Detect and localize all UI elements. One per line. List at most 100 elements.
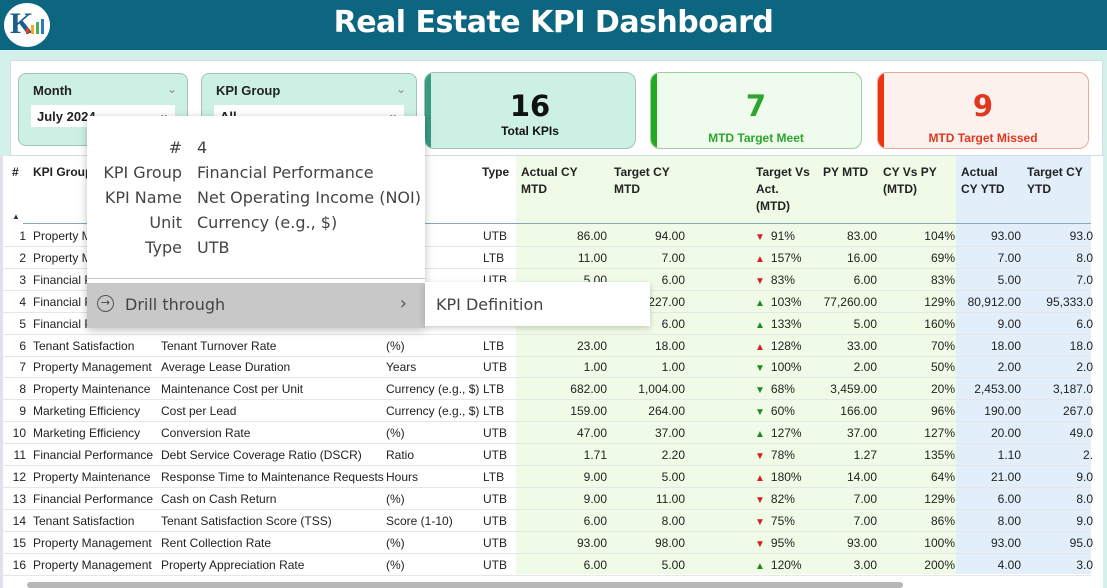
tooltip-divider [87,278,425,279]
cell-py-mtd: 3.00 [853,557,877,572]
tooltip-field-key: KPI Name [104,188,182,207]
cell-actual-cy-mtd: 9.00 [583,469,607,484]
cell-type: LTB [483,250,505,265]
cell-kpi-group: Property Management [33,557,152,572]
cell-kpi-name: Cost per Lead [161,404,237,419]
cell-actual-cy-mtd: 1.00 [583,360,607,375]
col-header-target-vs-act[interactable]: Target Vs Act. (MTD) [756,164,810,215]
table-row[interactable]: 10 Marketing Efficiency Conversion Rate (%)… [3,422,1093,445]
cell-number: 11 [13,448,26,462]
col-header-type[interactable]: Type [482,164,509,181]
percent-value: 68% [770,382,795,397]
cell-py-mtd: 166.00 [840,404,877,419]
table-row[interactable]: 11 Financial Performance Debt Service Cove… [3,444,1093,466]
cell-actual-cy-ytd: 21.00 [990,469,1021,484]
cell-target-cy-mtd: 37.00 [654,426,685,441]
cell-target-cy-ytd: 8.0 [1076,491,1093,506]
col-header-cy-vs-py[interactable]: CY Vs PY (MTD) [883,164,937,198]
cell-target-cy-mtd: 8.00 [661,513,685,528]
cell-number: 9 [19,404,26,419]
cell-target-vs-act: ▼ 91% [755,229,795,243]
chevron-down-icon[interactable]: ⌄ [396,82,406,96]
table-row[interactable]: 6 Tenant Satisfaction Tenant Turnover Rate… [3,335,1093,357]
cell-kpi-group: Property Maintenance [33,382,151,397]
cell-target-cy-mtd: 11.00 [655,491,685,506]
col-header-py-mtd[interactable]: PY MTD [823,164,868,181]
triangle-down-icon: ▼ [755,385,765,397]
cell-unit: (%) [386,338,405,353]
tooltip-field-key: # [168,138,182,157]
cell-target-cy-mtd: 5.00 [661,557,685,572]
cell-target-vs-act: ▼ 60% [755,404,795,418]
cell-type: UTB [483,229,507,243]
sort-ascending-icon[interactable]: ▲ [12,212,20,221]
col-header-actual-cy-mtd[interactable]: Actual CY MTD [521,164,578,198]
cell-py-mtd: 7.00 [853,513,877,528]
cell-target-cy-ytd: 2.0 [1076,360,1093,375]
col-header-number[interactable]: # [12,164,19,181]
triangle-down-icon: ▼ [755,275,765,287]
cell-number: 2 [19,250,26,265]
cell-kpi-group: Property Maintenance [33,469,151,484]
drill-through-menu-item[interactable]: → Drill through › [87,283,425,328]
cell-target-cy-mtd: 2.20 [661,448,685,462]
cell-actual-cy-mtd: 6.00 [583,513,607,528]
cell-target-cy-ytd: 93.0 [1069,229,1093,243]
col-header-actual-cy-ytd[interactable]: Actual CY YTD [961,164,1005,198]
row-tooltip: #4 KPI Group Financial Performance KPI Name… [87,116,425,328]
cell-kpi-group: Property M [33,250,92,265]
cell-target-vs-act: ▼ 82% [755,492,795,506]
kpi-definition-menu-item[interactable]: KPI Definition [425,282,650,326]
tooltip-field: Unit Currency (e.g., $) [87,213,425,237]
table-row[interactable]: 9 Marketing Efficiency Cost per Lead Curren… [3,400,1093,423]
cell-target-cy-mtd: 98.00 [654,535,685,550]
table-row[interactable]: 16 Property Management Property Appreciati… [3,554,1093,576]
cell-kpi-name: Rent Collection Rate [161,535,272,550]
cell-py-mtd: 3,459.00 [830,382,877,397]
cell-type: UTB [483,557,507,572]
drill-through-label: Drill through [125,295,226,314]
cell-py-mtd: 83.00 [846,229,877,243]
triangle-up-icon: ▲ [755,341,765,353]
cell-py-mtd: 6.00 [853,272,877,287]
percent-value: 78% [770,448,795,462]
col-header-kpi-group[interactable]: KPI Group [33,164,92,181]
col-header-target-cy-ytd[interactable]: Target CY YTD [1027,164,1083,198]
cell-type: UTB [483,426,507,441]
month-slicer-label: Month [33,83,72,98]
cell-actual-cy-mtd: 47.00 [576,426,607,441]
cell-target-cy-mtd: 264.00 [648,404,685,419]
cell-actual-cy-ytd: 2.00 [997,360,1021,375]
table-row[interactable]: 12 Property Maintenance Response Time to M… [3,466,1093,488]
drill-through-icon: → [97,295,114,312]
table-row[interactable]: 14 Tenant Satisfaction Tenant Satisfaction… [3,510,1093,532]
tooltip-field: KPI Group Financial Performance [87,163,425,187]
tooltip-field: Type UTB [87,238,425,262]
triangle-down-icon: ▼ [755,363,765,375]
cell-type: UTB [483,535,507,550]
tooltip-field: #4 [87,138,425,162]
cell-kpi-name: Average Lease Duration [161,360,291,375]
cell-actual-cy-mtd: 93.00 [576,535,607,550]
table-row[interactable]: 13 Financial Performance Cash on Cash Retu… [3,488,1093,510]
triangle-up-icon: ▲ [755,429,765,441]
table-row[interactable]: 7 Property Management Average Lease Durati… [3,356,1093,379]
table-row[interactable]: 8 Property Maintenance Maintenance Cost pe… [3,378,1093,401]
chevron-down-icon[interactable]: ⌄ [167,82,177,96]
table-row[interactable]: 15 Property Management Rent Collection Rat… [3,532,1093,554]
horizontal-scrollbar[interactable] [27,582,903,588]
cell-kpi-group: Property Management [33,535,152,550]
cell-unit: Ratio [386,448,415,462]
cell-type: LTB [483,469,505,484]
cell-kpi-group: Tenant Satisfaction [33,513,135,528]
cell-target-cy-ytd: 95.0 [1069,535,1093,550]
cell-actual-cy-ytd: 190.00 [984,404,1021,419]
cell-unit: (%) [386,535,405,550]
cell-actual-cy-ytd: 4.00 [997,557,1021,572]
cell-target-cy-ytd: 7.0 [1076,272,1093,287]
cell-actual-cy-ytd: 6.00 [997,491,1021,506]
cell-target-vs-act: ▼ 83% [755,273,795,287]
cell-unit: Currency (e.g., $) [386,382,480,397]
cell-number: 15 [12,535,26,550]
col-header-target-cy-mtd[interactable]: Target CY MTD [614,164,670,198]
